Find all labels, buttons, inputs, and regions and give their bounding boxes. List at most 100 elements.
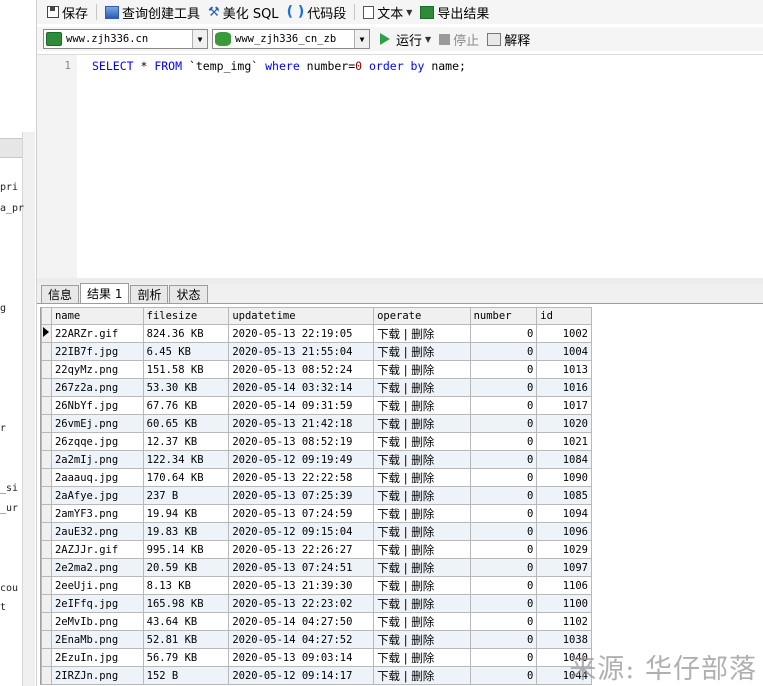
tree-fragment[interactable]: _ur — [0, 503, 18, 514]
cell-filesize[interactable]: 67.76 KB — [142, 396, 230, 415]
column-header[interactable]: number — [469, 307, 538, 325]
cell-number[interactable]: 0 — [469, 666, 538, 685]
cell-name[interactable]: 267z2a.png — [50, 378, 144, 397]
cell-updatetime[interactable]: 2020-05-13 08:52:24 — [228, 360, 375, 379]
row-indicator[interactable] — [41, 432, 52, 451]
cell-updatetime[interactable]: 2020-05-13 21:42:18 — [228, 414, 375, 433]
row-indicator[interactable] — [41, 486, 52, 505]
cell-name[interactable]: 2eMvIb.png — [50, 612, 144, 631]
cell-filesize[interactable]: 995.14 KB — [142, 540, 230, 559]
cell-number[interactable]: 0 — [469, 360, 538, 379]
row-indicator[interactable] — [41, 648, 52, 667]
code-snippet-button[interactable]: ( ) 代码段 — [283, 1, 351, 23]
cell-id[interactable]: 1020 — [536, 414, 592, 433]
table-row[interactable]: 2e2ma2.png 20.59 KB 2020-05-13 07:24:51 下载 … — [41, 558, 592, 577]
tab-profile[interactable]: 剖析 — [130, 285, 169, 303]
table-row[interactable]: 2eMvIb.png 43.64 KB 2020-05-14 04:27:50 下载 … — [41, 612, 592, 631]
text-mode-button[interactable]: 文本 ▼ — [359, 1, 416, 23]
cell-operate[interactable]: 下载 | 删除 — [373, 630, 471, 649]
chevron-down-icon[interactable]: ▼ — [192, 30, 207, 48]
cell-name[interactable]: 26NbYf.jpg — [50, 396, 144, 415]
table-row[interactable]: 26zqqe.jpg 12.37 KB 2020-05-13 08:52:19 下载 … — [41, 432, 592, 451]
cell-operate[interactable]: 下载 | 删除 — [373, 558, 471, 577]
cell-number[interactable]: 0 — [469, 486, 538, 505]
table-row[interactable]: 2AZJJr.gif 995.14 KB 2020-05-13 22:26:27 下载… — [41, 540, 592, 559]
table-row[interactable]: 2IRZJn.png 152 B 2020-05-12 09:14:17 下载 | 删… — [41, 666, 592, 685]
cell-filesize[interactable]: 6.45 KB — [142, 342, 230, 361]
cell-operate[interactable]: 下载 | 删除 — [373, 486, 471, 505]
cell-number[interactable]: 0 — [469, 414, 538, 433]
tree-fragment[interactable]: pri — [0, 182, 18, 193]
chevron-down-icon[interactable]: ▼ — [425, 35, 431, 44]
cell-filesize[interactable]: 19.83 KB — [142, 522, 230, 541]
cell-filesize[interactable]: 170.64 KB — [142, 468, 230, 487]
cell-name[interactable]: 26zqqe.jpg — [50, 432, 144, 451]
table-row[interactable]: 22ARZr.gif 824.36 KB 2020-05-13 22:19:05 下载… — [41, 324, 592, 343]
cell-updatetime[interactable]: 2020-05-13 07:24:59 — [228, 504, 375, 523]
export-results-button[interactable]: 导出结果 — [416, 1, 493, 23]
cell-number[interactable]: 0 — [469, 630, 538, 649]
table-row[interactable]: 267z2a.png 53.30 KB 2020-05-14 03:32:14 下载 … — [41, 378, 592, 397]
selected-tree-row[interactable] — [0, 138, 22, 158]
row-indicator[interactable] — [41, 378, 52, 397]
sql-editor[interactable]: 1 SELECT * FROM `temp_img` where number=… — [37, 54, 763, 279]
stop-button[interactable]: 停止 — [435, 28, 483, 50]
column-header[interactable]: id — [536, 307, 592, 325]
cell-number[interactable]: 0 — [469, 540, 538, 559]
cell-updatetime[interactable]: 2020-05-13 21:39:30 — [228, 576, 375, 595]
table-row[interactable]: 2eIFfq.jpg 165.98 KB 2020-05-13 22:23:02 下载… — [41, 594, 592, 613]
cell-name[interactable]: 2aAfye.jpg — [50, 486, 144, 505]
cell-name[interactable]: 2eeUji.png — [50, 576, 144, 595]
cell-operate[interactable]: 下载 | 删除 — [373, 522, 471, 541]
cell-filesize[interactable]: 151.58 KB — [142, 360, 230, 379]
cell-number[interactable]: 0 — [469, 450, 538, 469]
cell-name[interactable]: 2EnaMb.png — [50, 630, 144, 649]
cell-filesize[interactable]: 165.98 KB — [142, 594, 230, 613]
database-select[interactable]: www_zjh336_cn_zb ▼ — [212, 29, 370, 49]
cell-number[interactable]: 0 — [469, 576, 538, 595]
row-indicator[interactable] — [41, 558, 52, 577]
cell-id[interactable]: 1013 — [536, 360, 592, 379]
cell-updatetime[interactable]: 2020-05-13 21:55:04 — [228, 342, 375, 361]
cell-id[interactable]: 1016 — [536, 378, 592, 397]
cell-number[interactable]: 0 — [469, 504, 538, 523]
cell-operate[interactable]: 下载 | 删除 — [373, 504, 471, 523]
cell-updatetime[interactable]: 2020-05-14 09:31:59 — [228, 396, 375, 415]
cell-name[interactable]: 2amYF3.png — [50, 504, 144, 523]
table-row[interactable]: 2a2mIj.png 122.34 KB 2020-05-12 09:19:49 下载… — [41, 450, 592, 469]
row-indicator[interactable] — [41, 666, 52, 685]
tab-info[interactable]: 信息 — [41, 285, 80, 303]
cell-id[interactable]: 1100 — [536, 594, 592, 613]
tab-status[interactable]: 状态 — [169, 285, 208, 303]
cell-operate[interactable]: 下载 | 删除 — [373, 342, 471, 361]
cell-id[interactable]: 1097 — [536, 558, 592, 577]
cell-operate[interactable]: 下载 | 删除 — [373, 450, 471, 469]
cell-number[interactable]: 0 — [469, 522, 538, 541]
cell-filesize[interactable]: 152 B — [142, 666, 230, 685]
tree-fragment[interactable]: cou — [0, 583, 18, 594]
cell-number[interactable]: 0 — [469, 324, 538, 343]
cell-id[interactable]: 1096 — [536, 522, 592, 541]
row-indicator[interactable] — [41, 360, 52, 379]
cell-id[interactable]: 1029 — [536, 540, 592, 559]
table-row[interactable]: 2amYF3.png 19.94 KB 2020-05-13 07:24:59 下载 … — [41, 504, 592, 523]
cell-operate[interactable]: 下载 | 删除 — [373, 576, 471, 595]
table-row[interactable]: 2EzuIn.jpg 56.79 KB 2020-05-13 09:03:14 下载 … — [41, 648, 592, 667]
row-indicator[interactable] — [41, 396, 52, 415]
cell-updatetime[interactable]: 2020-05-13 09:03:14 — [228, 648, 375, 667]
row-indicator[interactable] — [41, 342, 52, 361]
cell-updatetime[interactable]: 2020-05-14 04:27:52 — [228, 630, 375, 649]
cell-id[interactable]: 1017 — [536, 396, 592, 415]
cell-number[interactable]: 0 — [469, 432, 538, 451]
cell-number[interactable]: 0 — [469, 342, 538, 361]
query-builder-button[interactable]: 查询创建工具 — [101, 1, 204, 23]
cell-id[interactable]: 1038 — [536, 630, 592, 649]
cell-number[interactable]: 0 — [469, 378, 538, 397]
cell-operate[interactable]: 下载 | 删除 — [373, 594, 471, 613]
row-indicator[interactable] — [41, 522, 52, 541]
run-button[interactable]: 运行 ▼ — [376, 28, 435, 50]
row-indicator[interactable] — [41, 540, 52, 559]
cell-id[interactable]: 1021 — [536, 432, 592, 451]
row-indicator[interactable] — [41, 594, 52, 613]
cell-id[interactable]: 1085 — [536, 486, 592, 505]
